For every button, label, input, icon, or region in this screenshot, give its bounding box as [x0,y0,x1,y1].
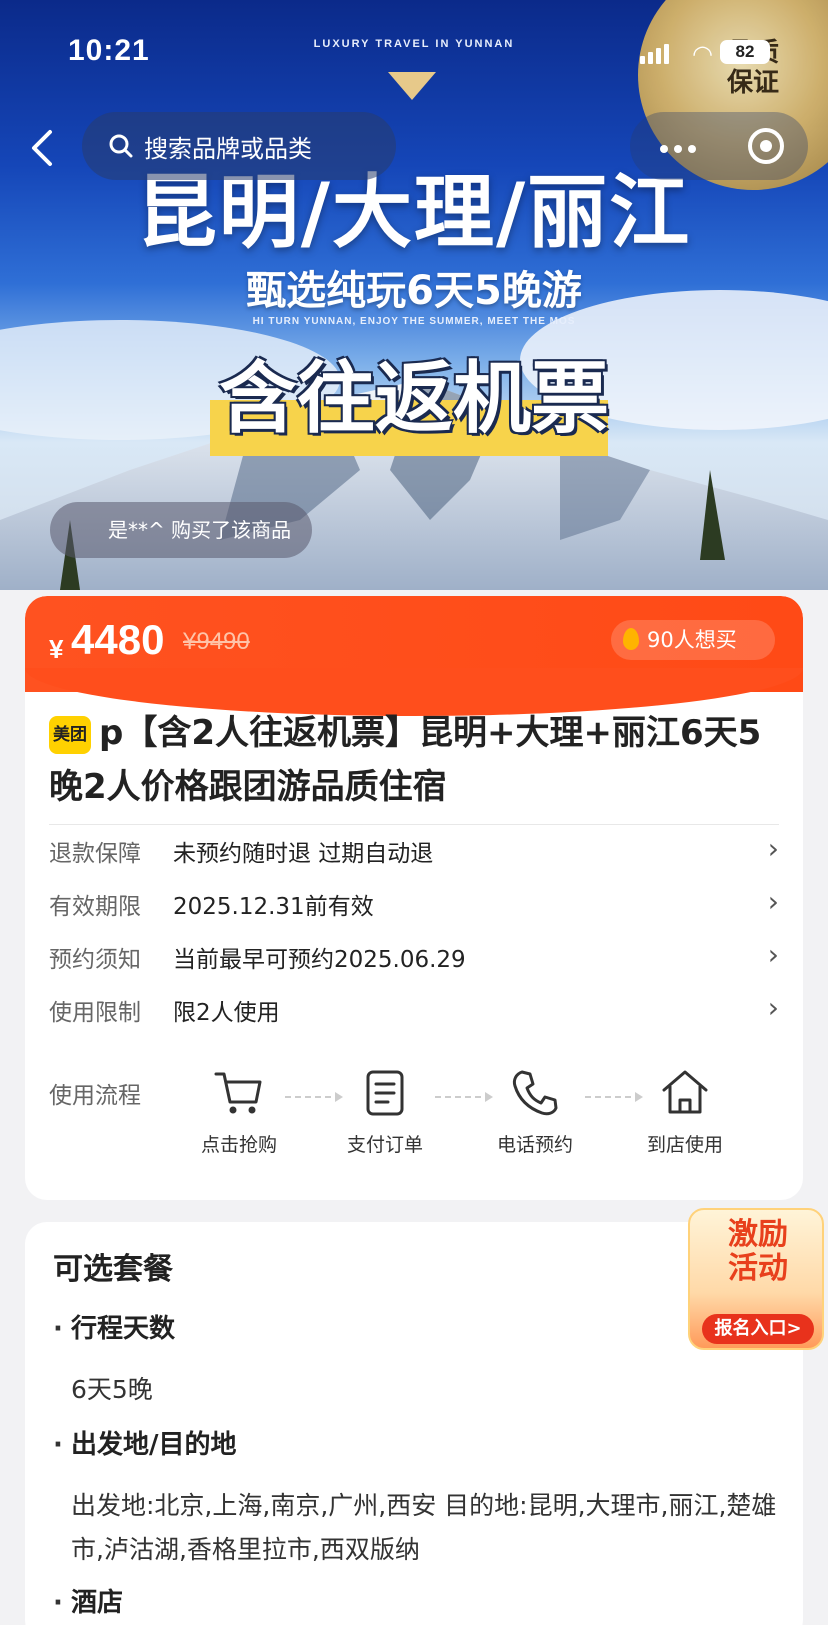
original-price: ¥9490 [183,628,250,655]
recent-buyer-notice: 是**^ 购买了该商品 [50,502,312,558]
package-section-heading: · 出发地/目的地 [53,1430,237,1460]
package-card: 可选套餐 · 行程天数 6天5晚 · 出发地/目的地 出发地:北京,上海,南京,广州… [25,1222,803,1625]
search-placeholder: 搜索品牌或品类 [144,134,312,163]
hero-tiny-line: HI TURN YUNNAN, ENJOY THE SUMMER, MEET T… [252,316,576,327]
info-row-refund[interactable]: 退款保障 未预约随时退 过期自动退 › [49,824,779,878]
section-heading-text: 行程天数 [71,1314,176,1344]
promo-title-line2: 活动 [728,1251,788,1286]
info-label: 预约须知 [49,947,141,973]
info-value: 未预约随时退 过期自动退 [173,841,434,867]
back-button[interactable] [24,126,64,170]
package-title: 可选套餐 [53,1252,173,1287]
status-time: 10:21 [68,34,150,67]
promo-title-line1: 激励 [728,1217,788,1252]
cart-icon [214,1072,262,1114]
home-icon [662,1070,708,1114]
price-bar: ¥ 4480 ¥9490 90人想买 [25,596,803,716]
battery-icon: 82 [720,40,770,64]
document-icon [366,1070,404,1116]
signal-icon [640,44,672,64]
product-title: 美团 p【含2人往返机票】昆明+大理+丽江6天5晚2人价格跟团游品质住宿 [49,706,779,814]
flame-icon [623,628,639,650]
phone-icon [512,1070,558,1116]
target-icon[interactable] [748,128,784,164]
flow-step-label: 电话预约 [496,1134,573,1156]
currency-symbol: ¥ [49,634,64,664]
flow-label: 使用流程 [49,1083,141,1109]
current-price: 4480 [71,616,165,663]
package-section-heading: · 酒店 [53,1588,124,1618]
recent-buyer-text: 是**^ 购买了该商品 [108,518,292,542]
search-bar[interactable]: 搜索品牌或品类 [82,112,396,180]
info-label: 退款保障 [49,841,141,867]
section-heading-text: 出发地/目的地 [71,1430,237,1460]
want-count-text: 90人想买 [647,628,737,652]
package-section-text: 6天5晚 [71,1375,153,1404]
info-value: 当前最早可预约2025.06.29 [173,947,466,973]
meituan-badge: 美团 [49,716,91,754]
info-value: 2025.12.31前有效 [173,894,374,920]
wifi-icon: ◠ [692,40,713,68]
product-title-text: p【含2人往返机票】昆明+大理+丽江6天5晚2人价格跟团游品质住宿 [49,713,762,807]
info-row-validity[interactable]: 有效期限 2025.12.31前有效 › [49,877,779,931]
package-section-text: 出发地:北京,上海,南京,广州,西安 目的地:昆明,大理市,丽江,楚雄市,泸沽湖… [71,1491,777,1564]
hero-subline: 甄选纯玩6天5晚游 [246,268,582,314]
incentive-promo-widget[interactable]: 激励 活动 报名入口> [688,1208,824,1350]
package-section-heading: · 行程天数 [53,1314,176,1344]
chevron-right-icon: › [767,991,779,1024]
chevron-right-icon: › [767,885,779,918]
flow-step-label: 点击抢购 [200,1134,277,1156]
promo-title: 激励 活动 [690,1218,826,1286]
flow-step-label: 到店使用 [646,1134,723,1156]
flow-step-use: 到店使用 [625,1066,745,1157]
info-label: 有效期限 [49,894,141,920]
want-count-badge: 90人想买 [611,620,775,660]
flow-step-call: 电话预约 [475,1066,595,1157]
info-label: 使用限制 [49,1000,141,1026]
info-value: 限2人使用 [173,1000,280,1026]
status-bar: 10:21 ◠ 82 [0,0,828,100]
info-row-limit[interactable]: 使用限制 限2人使用 › [49,983,779,1037]
info-row-booking[interactable]: 预约须知 当前最早可预约2025.06.29 › [49,930,779,984]
chevron-left-icon [32,130,52,166]
flow-step-buy: 点击抢购 [179,1066,299,1157]
chevron-right-icon: › [767,832,779,865]
section-heading-text: 酒店 [71,1588,124,1618]
search-icon [109,134,133,158]
promo-signup-button[interactable]: 报名入口> [702,1314,814,1344]
hero-airline-text: 含往返机票 [218,354,609,444]
chevron-right-icon: › [767,938,779,971]
product-info-card: ¥ 4480 ¥9490 90人想买 美团 p【含2人往返机票】昆明+大理+丽江6… [25,596,803,1200]
flow-step-label: 支付订单 [346,1134,423,1156]
more-icon[interactable] [660,138,702,157]
flow-step-pay: 支付订单 [325,1066,445,1157]
